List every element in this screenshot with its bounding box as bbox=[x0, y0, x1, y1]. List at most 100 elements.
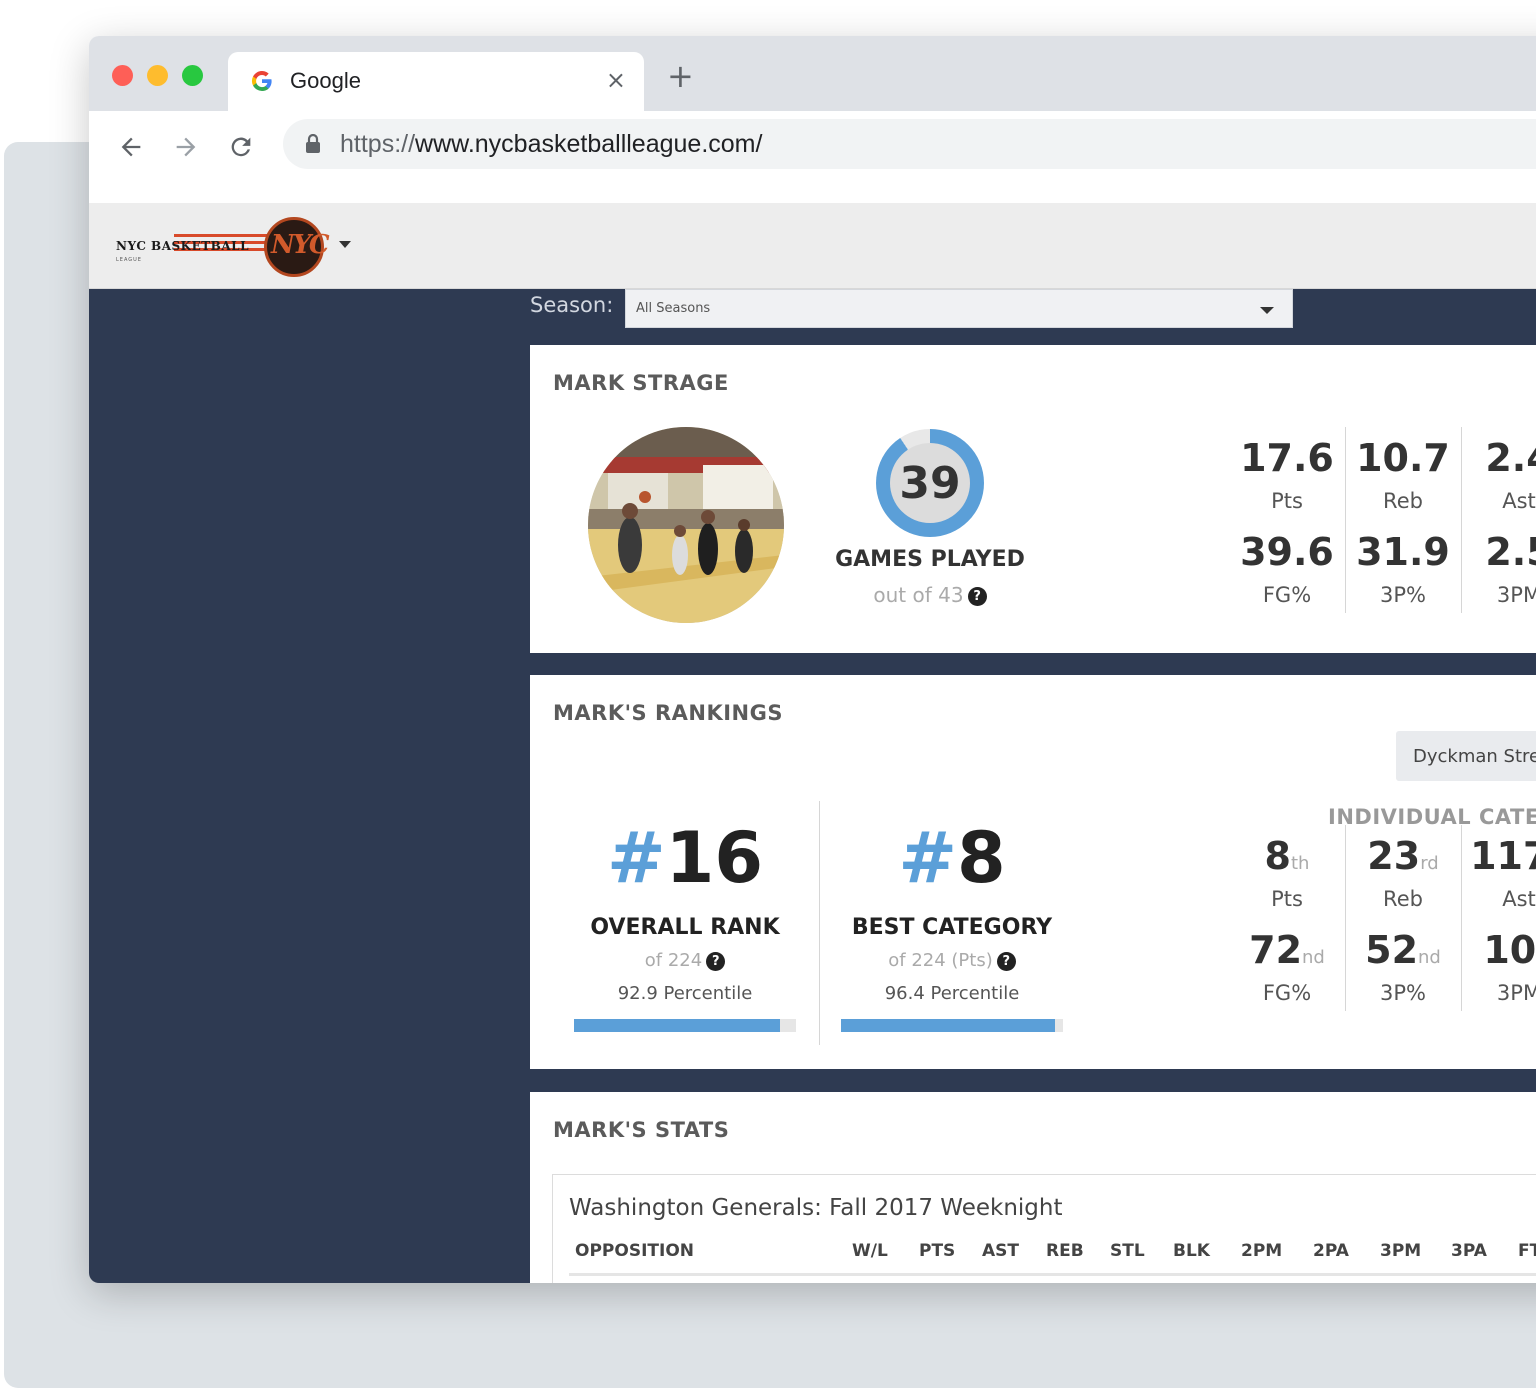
rank-hash: # bbox=[606, 817, 666, 899]
reload-button[interactable] bbox=[223, 129, 259, 165]
browser-toolbar: https://www.nycbasketballleague.com/ bbox=[89, 111, 1536, 203]
rank-value: 16 bbox=[665, 817, 764, 899]
stat-3pm: 2.5 3PM bbox=[1461, 533, 1536, 607]
games-played-label: GAMES PLAYED bbox=[835, 547, 1025, 572]
column-header-ftm[interactable]: FTM bbox=[1518, 1241, 1536, 1261]
team-name: Dyckman Street bbox=[1413, 746, 1536, 767]
rank-of-text: of 224 (Pts) bbox=[888, 950, 993, 971]
logo-ball-text: NYC bbox=[271, 230, 330, 260]
rank-cat-label: Ast bbox=[1502, 887, 1536, 911]
column-header-2pm[interactable]: 2PM bbox=[1241, 1241, 1282, 1261]
column-header-2pa[interactable]: 2PA bbox=[1313, 1241, 1349, 1261]
rank-cat-label: FG% bbox=[1262, 981, 1312, 1005]
help-icon[interactable]: ? bbox=[967, 587, 987, 606]
season-select[interactable]: All Seasons bbox=[625, 289, 1293, 328]
best-rank-label: BEST CATEGORY bbox=[851, 915, 1053, 940]
overall-rank: #16 OVERALL RANK of 224? 92.9 Percentile bbox=[563, 823, 807, 1004]
rank-of-text: of 224 bbox=[644, 950, 703, 971]
rank-cat-suffix: rd bbox=[1420, 853, 1439, 874]
rank-cat-label: Pts bbox=[1271, 887, 1303, 911]
rank-cat-suffix: nd bbox=[1302, 947, 1325, 968]
url-host: www.nycbasketballleague.com/ bbox=[415, 130, 763, 158]
rank-divider bbox=[819, 801, 820, 1045]
minimize-window-button[interactable] bbox=[147, 65, 168, 86]
new-tab-icon[interactable]: + bbox=[667, 60, 694, 92]
stat-3p-pct: 31.9 3P% bbox=[1345, 533, 1461, 607]
back-button[interactable] bbox=[113, 129, 149, 165]
rank-cat-number: 72 bbox=[1249, 928, 1303, 972]
rank-reb: 23rd Reb bbox=[1345, 837, 1461, 911]
lock-icon bbox=[306, 134, 320, 153]
player-photo bbox=[588, 427, 784, 623]
table-header-divider bbox=[569, 1273, 1536, 1276]
column-header-wl[interactable]: W/L bbox=[852, 1241, 888, 1261]
column-header-opposition[interactable]: OPPOSITION bbox=[575, 1241, 694, 1261]
stat-divider bbox=[1461, 427, 1462, 613]
season-select-value: All Seasons bbox=[636, 301, 711, 316]
overall-rank-number: #16 bbox=[563, 823, 807, 893]
games-played-total: out of 43? bbox=[823, 583, 1037, 607]
best-percentile: 96.4 Percentile bbox=[884, 983, 1020, 1004]
rank-hash: # bbox=[898, 817, 957, 899]
league-logo[interactable]: NYC BASKETBALL LEAGUE NYC bbox=[114, 217, 330, 277]
overall-percentile: 92.9 Percentile bbox=[617, 983, 753, 1004]
player-photo-image bbox=[588, 427, 784, 623]
tab-close-icon[interactable]: × bbox=[606, 66, 626, 94]
individual-categories-title: INDIVIDUAL CATEGORIES bbox=[1328, 805, 1536, 829]
column-header-3pa[interactable]: 3PA bbox=[1451, 1241, 1487, 1261]
help-icon[interactable]: ? bbox=[996, 951, 1016, 971]
maximize-window-button[interactable] bbox=[182, 65, 203, 86]
player-card: MARK STRAGE 39 GAMES PLAYED out of 43 ? … bbox=[530, 345, 1536, 653]
rank-value: 8 bbox=[956, 817, 1006, 899]
url-text: https://www.nycbasketballleague.com/ bbox=[340, 130, 762, 159]
stat-value: 17.6 bbox=[1240, 436, 1334, 480]
stat-value: 10.7 bbox=[1356, 436, 1450, 480]
rank-cat-divider bbox=[1345, 825, 1346, 1011]
games-of-text: out of 43 bbox=[873, 583, 964, 607]
stat-fg-pct: 39.6 FG% bbox=[1229, 533, 1345, 607]
address-bar[interactable]: https://www.nycbasketballleague.com/ bbox=[283, 119, 1536, 169]
column-header-reb[interactable]: REB bbox=[1046, 1241, 1084, 1261]
site-header: NYC BASKETBALL LEAGUE NYC bbox=[89, 203, 1536, 289]
column-header-3pm[interactable]: 3PM bbox=[1380, 1241, 1421, 1261]
browser-window: Google × + https://www.nycbasketballleag… bbox=[89, 36, 1536, 1283]
rank-cat-value: 52nd bbox=[1345, 931, 1461, 969]
rank-cat-suffix: th bbox=[1290, 853, 1310, 874]
team-filter-button[interactable]: Dyckman Street bbox=[1396, 731, 1536, 781]
browser-tab[interactable]: Google × bbox=[228, 52, 644, 111]
tab-title: Google bbox=[290, 68, 361, 93]
column-header-pts[interactable]: PTS bbox=[919, 1241, 955, 1261]
games-played-count: 39 bbox=[899, 457, 961, 509]
stats-title: MARK'S STATS bbox=[553, 1118, 730, 1142]
best-rank-number: #8 bbox=[830, 823, 1074, 893]
arrow-left-icon bbox=[121, 137, 141, 157]
chevron-down-icon[interactable] bbox=[339, 241, 351, 248]
rank-cat-label: Reb bbox=[1383, 887, 1423, 911]
best-rank-of: of 224 (Pts)? bbox=[830, 950, 1074, 971]
rank-cat-value: 117th bbox=[1461, 837, 1536, 875]
url-scheme: https:// bbox=[340, 130, 416, 158]
arrow-right-icon bbox=[176, 137, 196, 157]
forward-button[interactable] bbox=[168, 129, 204, 165]
help-icon[interactable]: ? bbox=[706, 951, 726, 971]
rank-cat-number: 117 bbox=[1470, 834, 1536, 878]
player-name: MARK STRAGE bbox=[553, 371, 729, 395]
close-window-button[interactable] bbox=[112, 65, 133, 86]
rank-cat-label: 3P% bbox=[1380, 981, 1426, 1005]
best-category-rank: #8 BEST CATEGORY of 224 (Pts)? 96.4 Perc… bbox=[830, 823, 1074, 1004]
logo-subtext: LEAGUE bbox=[116, 257, 142, 263]
column-header-stl[interactable]: STL bbox=[1110, 1241, 1145, 1261]
rank-ast: 117th Ast bbox=[1461, 837, 1536, 911]
rank-fg-pct: 72nd FG% bbox=[1229, 931, 1345, 1005]
stat-value: 39.6 bbox=[1240, 530, 1334, 574]
google-icon bbox=[251, 71, 272, 92]
rank-cat-label: 3PM bbox=[1496, 981, 1536, 1005]
stat-value: 2.5 bbox=[1485, 530, 1536, 574]
rankings-title: MARK'S RANKINGS bbox=[553, 701, 783, 725]
rank-cat-value: 72nd bbox=[1229, 931, 1345, 969]
stats-card: MARK'S STATS Washington Generals: Fall 2… bbox=[530, 1092, 1536, 1283]
stat-label: Pts bbox=[1271, 489, 1303, 513]
column-header-ast[interactable]: AST bbox=[982, 1241, 1019, 1261]
column-header-blk[interactable]: BLK bbox=[1173, 1241, 1210, 1261]
rankings-card: MARK'S RANKINGS Dyckman Street #16 OVERA… bbox=[530, 675, 1536, 1069]
